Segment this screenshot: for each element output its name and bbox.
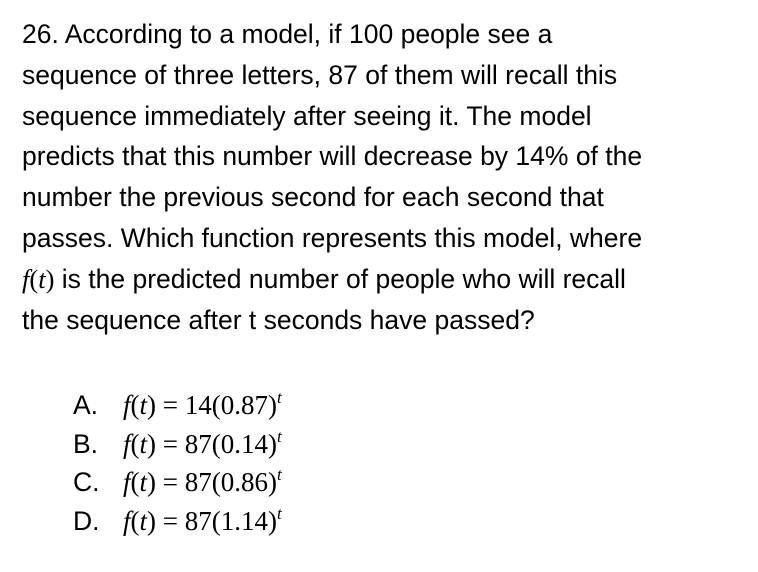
choice-formula: f(t) = 87(0.86)t bbox=[123, 465, 282, 497]
choice-formula: f(t) = 14(0.87)t bbox=[123, 388, 282, 420]
choice-formula: f(t) = 87(1.14)t bbox=[123, 503, 282, 536]
choice-b[interactable]: B. f(t) = 87(0.14)t bbox=[73, 425, 573, 464]
choice-d[interactable]: D. f(t) = 87(1.14)t bbox=[73, 502, 573, 541]
choice-letter: B. bbox=[73, 428, 99, 459]
question-line-function: f(t) is the predicted number of people w… bbox=[22, 259, 754, 300]
question-line: 26. According to a model, if 100 people … bbox=[22, 19, 553, 49]
question-line: the sequence after t seconds have passed… bbox=[22, 304, 535, 335]
paren-open: ( bbox=[29, 263, 39, 294]
variable-symbol: t bbox=[38, 263, 46, 294]
answer-choices: A. f(t) = 14(0.87)t B. f(t) = 87(0.14)t … bbox=[73, 386, 573, 540]
choice-c[interactable]: C. f(t) = 87(0.86)t bbox=[73, 463, 573, 502]
choice-letter: D. bbox=[73, 505, 100, 536]
choice-letter: C. bbox=[73, 467, 100, 497]
choice-letter: A. bbox=[73, 390, 99, 420]
question-line: passes. Which function represents this m… bbox=[22, 222, 643, 253]
question-text: 26. According to a model, if 100 people … bbox=[22, 14, 754, 340]
choice-formula: f(t) = 87(0.14)t bbox=[123, 426, 282, 459]
choice-a[interactable]: A. f(t) = 14(0.87)t bbox=[73, 386, 573, 425]
question-line: sequence of three letters, 87 of them wi… bbox=[22, 59, 618, 90]
question-line: predicts that this number will decrease … bbox=[22, 141, 643, 172]
question-line: sequence immediately after seeing it. Th… bbox=[22, 100, 592, 131]
question-line: number the previous second for each seco… bbox=[22, 182, 604, 213]
question-line-rest: is the predicted number of people who wi… bbox=[54, 263, 626, 294]
